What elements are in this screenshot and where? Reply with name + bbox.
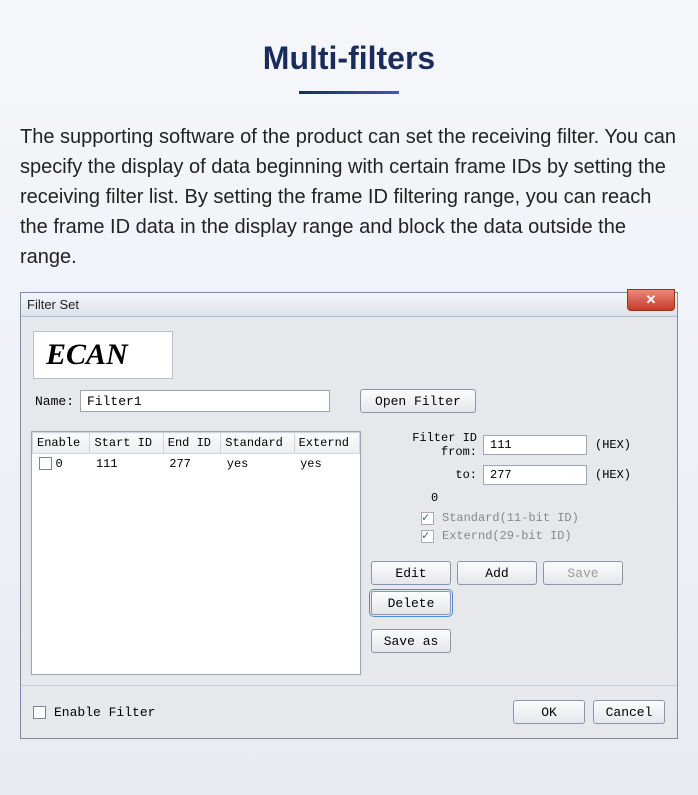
hex-2: (HEX) <box>595 468 631 482</box>
cell-start: 111 <box>90 454 163 475</box>
ok-button[interactable]: OK <box>513 700 585 724</box>
th-standard[interactable]: Standard <box>221 433 294 454</box>
hex-1: (HEX) <box>595 438 631 452</box>
close-button[interactable]: ✕ <box>627 289 675 311</box>
cell-externd: yes <box>294 454 359 475</box>
save-button[interactable]: Save <box>543 561 623 585</box>
right-panel: Filter ID from: (HEX) to: (HEX) 0 Standa… <box>371 431 667 675</box>
to-label: to: <box>371 468 477 482</box>
logo: ECAN <box>46 338 160 372</box>
logo-area: ECAN <box>33 331 173 379</box>
th-enable[interactable]: Enable <box>33 433 90 454</box>
page-description: The supporting software of the product c… <box>0 94 698 292</box>
delete-button[interactable]: Delete <box>371 591 451 615</box>
enable-filter-label: Enable Filter <box>54 705 155 720</box>
th-end-id[interactable]: End ID <box>163 433 220 454</box>
to-input[interactable] <box>483 465 587 485</box>
th-start-id[interactable]: Start ID <box>90 433 163 454</box>
edit-button[interactable]: Edit <box>371 561 451 585</box>
window-title: Filter Set <box>27 297 79 312</box>
main-area: Enable Start ID End ID Standard Externd … <box>21 425 677 685</box>
cell-standard: yes <box>221 454 294 475</box>
titlebar: Filter Set ✕ <box>21 293 677 317</box>
table-row[interactable]: 0 111 277 yes yes <box>33 454 360 475</box>
save-as-button[interactable]: Save as <box>371 629 451 653</box>
filter-set-window: Filter Set ✕ ECAN Name: Open Filter Enab… <box>20 292 678 739</box>
page-title: Multi-filters <box>0 0 698 77</box>
externd-check-label: Externd(29-bit ID) <box>442 529 572 543</box>
externd-checkbox[interactable] <box>421 530 434 543</box>
cell-end: 277 <box>163 454 220 475</box>
zero-label: 0 <box>371 491 667 505</box>
from-input[interactable] <box>483 435 587 455</box>
row-checkbox[interactable] <box>39 457 52 470</box>
name-input[interactable] <box>80 390 330 412</box>
add-button[interactable]: Add <box>457 561 537 585</box>
bottom-row: Enable Filter OK Cancel <box>21 685 677 738</box>
name-row: Name: Open Filter <box>21 389 677 425</box>
standard-checkbox[interactable] <box>421 512 434 525</box>
filter-table[interactable]: Enable Start ID End ID Standard Externd … <box>31 431 361 675</box>
from-label: Filter ID from: <box>371 431 477 459</box>
standard-check-label: Standard(11-bit ID) <box>442 511 579 525</box>
enable-filter-checkbox[interactable] <box>33 706 46 719</box>
cell-enable: 0 <box>56 457 63 471</box>
open-filter-button[interactable]: Open Filter <box>360 389 476 413</box>
name-label: Name: <box>35 394 74 409</box>
cancel-button[interactable]: Cancel <box>593 700 665 724</box>
th-externd[interactable]: Externd <box>294 433 359 454</box>
